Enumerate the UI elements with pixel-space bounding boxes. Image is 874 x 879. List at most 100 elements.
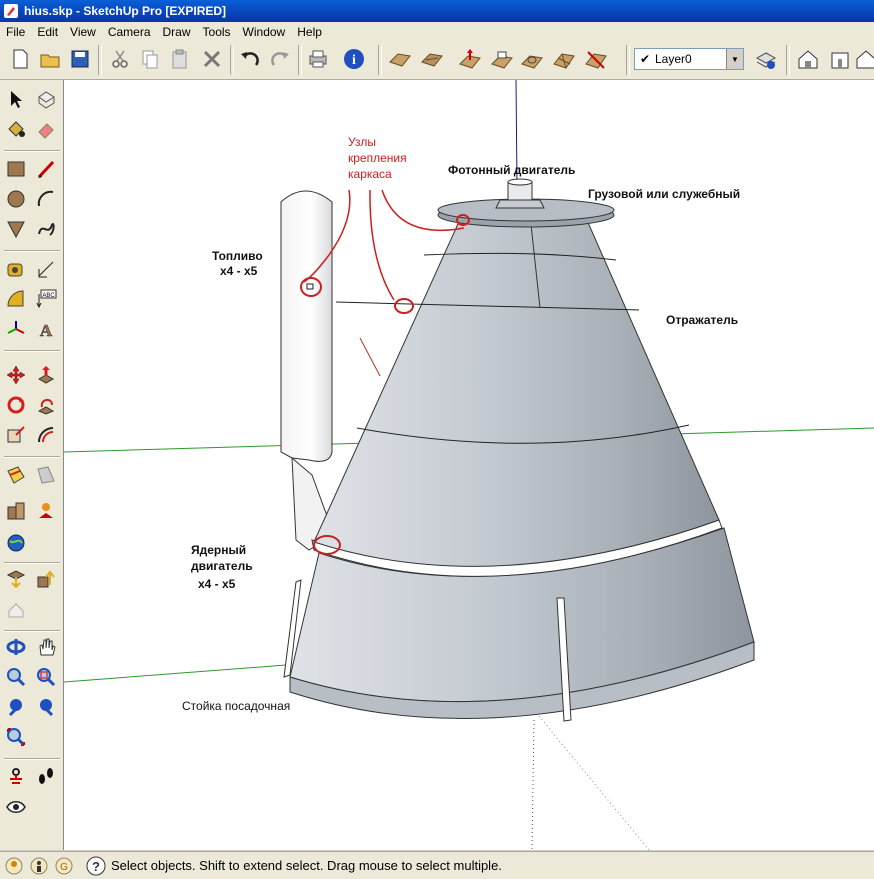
help-question-icon[interactable]: ? (85, 855, 107, 877)
print-icon[interactable] (304, 45, 332, 73)
right-view-icon[interactable] (852, 45, 874, 73)
smoove-icon[interactable] (456, 45, 484, 73)
undo-icon[interactable] (236, 45, 264, 73)
redo-icon[interactable] (266, 45, 294, 73)
axes-tool-icon[interactable] (3, 316, 29, 342)
open-folder-icon[interactable] (36, 45, 64, 73)
drawing-viewport[interactable]: Узлы крепления каркаса Фотонный двигател… (64, 80, 874, 850)
text-tool-icon[interactable]: ABC (33, 286, 59, 312)
zoom-window-icon[interactable] (33, 664, 59, 690)
fuel-tank-tube (280, 190, 333, 462)
app-icon (4, 4, 18, 18)
layer-value: Layer0 (655, 52, 692, 66)
nodes-label-2: крепления (348, 151, 407, 165)
section-plane-icon[interactable] (3, 462, 29, 488)
walk-footprints-icon[interactable] (33, 764, 59, 790)
fuel-multiplier: x4 - x5 (220, 264, 258, 278)
push-pull-icon[interactable] (33, 362, 59, 388)
menu-file[interactable]: File (0, 25, 31, 39)
cut-icon[interactable] (106, 45, 134, 73)
sandbox-scratch-icon[interactable] (418, 45, 446, 73)
scale-tool-icon[interactable] (3, 422, 29, 448)
photon-engine-label: Фотонный двигатель (448, 163, 575, 177)
previous-view-icon[interactable] (3, 694, 29, 720)
sign-in-icon[interactable]: G (53, 855, 75, 877)
svg-text:A: A (40, 321, 53, 339)
position-camera-icon[interactable] (3, 764, 29, 790)
fuel-label: Топливо (212, 249, 263, 263)
erase-icon[interactable] (198, 45, 226, 73)
save-icon[interactable] (66, 45, 94, 73)
terrain-toggle-icon[interactable] (3, 596, 29, 622)
menu-window[interactable]: Window (237, 25, 292, 39)
reflector-label: Отражатель (666, 313, 738, 327)
left-toolbar: ABC A (0, 80, 64, 850)
iso-view-icon[interactable] (794, 45, 822, 73)
sandbox-contours-icon[interactable] (386, 45, 414, 73)
freehand-tool-icon[interactable] (33, 216, 59, 242)
stamp-icon[interactable] (488, 45, 516, 73)
tape-measure-icon[interactable] (3, 256, 29, 282)
flip-edge-icon[interactable] (582, 45, 610, 73)
follow-me-icon[interactable] (33, 392, 59, 418)
add-detail-icon[interactable] (550, 45, 578, 73)
zoom-extents-icon[interactable] (3, 724, 29, 750)
next-view-icon[interactable] (33, 694, 59, 720)
polygon-tool-icon[interactable] (3, 216, 29, 242)
menu-draw[interactable]: Draw (157, 25, 197, 39)
red-axis-segment (359, 337, 381, 377)
upper-cone-body (313, 210, 720, 567)
move-tool-icon[interactable] (3, 362, 29, 388)
paste-icon[interactable] (166, 45, 194, 73)
nuclear-multiplier: x4 - x5 (198, 577, 236, 591)
select-tool-icon[interactable] (3, 86, 29, 112)
place-model-icon[interactable] (33, 566, 59, 592)
drape-icon[interactable] (518, 45, 546, 73)
zoom-tool-icon[interactable] (3, 664, 29, 690)
menu-edit[interactable]: Edit (31, 25, 64, 39)
model-canvas[interactable]: Узлы крепления каркаса Фотонный двигател… (64, 80, 874, 850)
3d-text-icon[interactable]: A (33, 316, 59, 342)
menu-camera[interactable]: Camera (102, 25, 157, 39)
look-around-eye-icon[interactable] (3, 794, 29, 820)
photon-engine-base (495, 199, 545, 209)
dimension-tool-icon[interactable] (33, 256, 59, 282)
menu-help[interactable]: Help (291, 25, 328, 39)
svg-text:?: ? (92, 859, 100, 874)
landing-leg-label: Стойка посадочная (182, 699, 290, 713)
menu-view[interactable]: View (64, 25, 102, 39)
geolocation-icon[interactable] (3, 855, 25, 877)
outer-shell-icon[interactable] (33, 462, 59, 488)
circle-tool-icon[interactable] (3, 186, 29, 212)
select-cursor-marker (306, 283, 314, 290)
get-models-icon[interactable] (3, 498, 29, 524)
layer-select[interactable]: ✔ Layer0 ▼ (634, 48, 744, 70)
share-model-icon[interactable] (33, 498, 59, 524)
get-photo-texture-icon[interactable] (3, 566, 29, 592)
rectangle-tool-icon[interactable] (3, 156, 29, 182)
svg-text:G: G (60, 862, 68, 873)
paint-bucket-icon[interactable] (3, 116, 29, 142)
copy-icon[interactable] (136, 45, 164, 73)
google-earth-icon[interactable] (3, 530, 29, 556)
eraser-icon[interactable] (33, 116, 59, 142)
chevron-down-icon[interactable]: ▼ (726, 49, 743, 69)
menu-tools[interactable]: Tools (197, 25, 237, 39)
green-axis-dotted (533, 709, 650, 850)
protractor-icon[interactable] (3, 286, 29, 312)
node-marker-cone (394, 298, 414, 314)
rotate-tool-icon[interactable] (3, 392, 29, 418)
layer-manager-icon[interactable] (752, 45, 780, 73)
svg-text:i: i (352, 53, 356, 68)
new-file-icon[interactable] (6, 45, 34, 73)
cargo-label: Грузовой или служебный (588, 187, 740, 201)
make-component-icon[interactable] (33, 86, 59, 112)
arc-tool-icon[interactable] (33, 186, 59, 212)
line-tool-icon[interactable] (33, 156, 59, 182)
model-info-icon[interactable]: i (340, 45, 368, 73)
offset-tool-icon[interactable] (33, 422, 59, 448)
front-view-icon[interactable] (826, 45, 854, 73)
orbit-tool-icon[interactable] (3, 634, 29, 660)
credits-icon[interactable] (28, 855, 50, 877)
pan-hand-icon[interactable] (33, 634, 59, 660)
